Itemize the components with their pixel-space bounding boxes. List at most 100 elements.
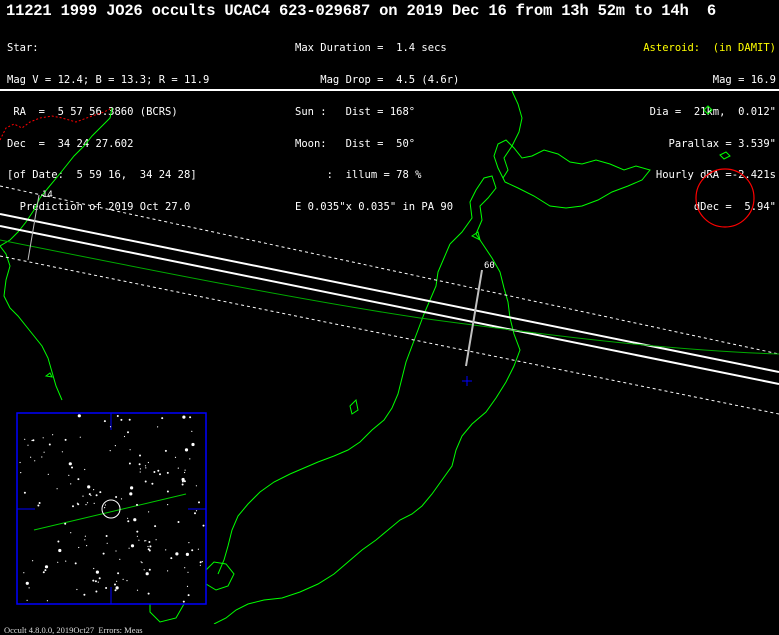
- mag-drop: Mag Drop = 4.5 (4.6r): [295, 73, 460, 86]
- ground-track: [0, 239, 779, 355]
- field-star: [86, 502, 89, 504]
- field-star: [198, 501, 200, 504]
- field-star: [84, 535, 86, 537]
- field-star: [114, 589, 117, 592]
- path-edge-south: [0, 225, 779, 385]
- field-star: [148, 549, 151, 552]
- field-star: [129, 492, 133, 496]
- field-star: [147, 461, 149, 464]
- field-star: [139, 454, 141, 457]
- small-island-2: [44, 372, 53, 378]
- field-star: [64, 522, 67, 525]
- field-star: [68, 462, 72, 466]
- field-star: [144, 540, 146, 542]
- field-star: [115, 550, 117, 552]
- software-version: Occult 4.8.0.0, 2019Oct27 Errors: Meas: [4, 625, 143, 635]
- field-star: [43, 451, 45, 453]
- field-star: [26, 599, 28, 602]
- field-star: [136, 589, 139, 591]
- star-label: Star:: [7, 42, 39, 55]
- field-star: [167, 504, 169, 506]
- field-star: [58, 548, 62, 553]
- field-star: [93, 502, 95, 504]
- field-star: [189, 416, 192, 419]
- occultation-map: 14 60: [0, 91, 779, 624]
- field-star: [148, 541, 151, 543]
- field-star: [136, 530, 139, 533]
- field-star: [170, 557, 173, 560]
- field-star: [93, 567, 95, 570]
- field-star: [187, 571, 189, 573]
- field-star: [104, 507, 106, 509]
- field-star: [199, 561, 202, 564]
- field-star: [77, 478, 80, 481]
- field-star: [47, 473, 49, 475]
- field-star: [61, 451, 64, 453]
- field-star: [31, 560, 34, 562]
- starfield-inset: [16, 412, 207, 605]
- border-line: [0, 107, 113, 141]
- field-star: [105, 535, 108, 537]
- field-star: [32, 439, 35, 442]
- field-star: [129, 449, 131, 451]
- field-star: [92, 579, 95, 582]
- field-star: [52, 434, 54, 436]
- max-duration: Max Duration = 1.4 secs: [295, 42, 447, 55]
- field-star: [128, 418, 131, 421]
- field-star: [144, 480, 147, 483]
- field-star: [120, 418, 123, 421]
- field-star: [117, 572, 120, 575]
- field-star: [74, 562, 77, 565]
- field-star: [148, 511, 150, 513]
- field-star: [182, 415, 186, 419]
- field-star: [147, 545, 149, 548]
- field-star: [98, 577, 101, 580]
- path-outer-limit-south: [0, 255, 779, 415]
- field-star: [44, 565, 49, 569]
- field-star: [126, 580, 128, 582]
- field-star: [34, 460, 36, 462]
- field-star: [76, 502, 78, 504]
- field-star: [120, 498, 123, 500]
- field-star: [155, 539, 157, 541]
- field-star: [191, 442, 195, 447]
- field-star: [133, 518, 137, 522]
- field-star: [42, 437, 44, 439]
- field-star: [157, 426, 159, 428]
- field-star: [151, 482, 154, 485]
- field-star: [84, 539, 86, 541]
- field-star: [105, 587, 108, 589]
- field-star: [115, 496, 118, 498]
- field-star: [191, 549, 194, 552]
- field-star: [122, 578, 124, 581]
- field-star: [116, 415, 119, 417]
- field-star: [184, 448, 189, 452]
- field-star: [65, 560, 67, 562]
- field-star: [157, 469, 160, 472]
- field-star: [114, 583, 116, 586]
- field-star: [202, 524, 205, 527]
- field-star: [181, 483, 184, 486]
- field-star: [127, 517, 129, 519]
- field-star: [159, 473, 161, 476]
- field-star: [177, 521, 180, 523]
- field-star: [138, 463, 141, 466]
- field-star: [109, 450, 111, 452]
- field-star: [130, 544, 135, 548]
- field-star: [149, 545, 152, 548]
- field-star: [44, 569, 47, 572]
- field-star: [46, 600, 49, 602]
- field-star: [23, 491, 26, 494]
- field-star: [138, 539, 140, 541]
- path-edge-north: [0, 213, 779, 373]
- field-star: [186, 585, 189, 588]
- field-star: [143, 569, 145, 571]
- field-star: [20, 472, 22, 474]
- field-star: [93, 489, 95, 491]
- asteroid-label: Asteroid: (in DAMIT): [643, 42, 776, 55]
- field-star: [68, 474, 70, 476]
- korea-coast: [0, 245, 63, 401]
- field-star: [57, 540, 60, 543]
- field-star: [95, 590, 98, 593]
- moon-position-circle: [695, 168, 755, 228]
